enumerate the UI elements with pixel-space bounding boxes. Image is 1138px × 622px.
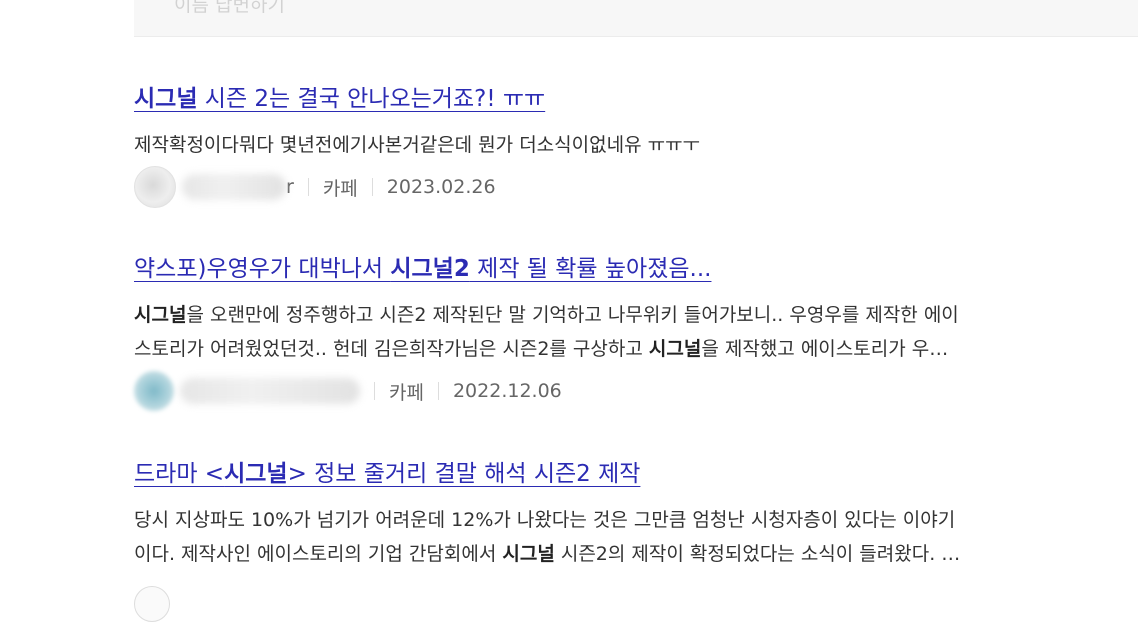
- title-text: 드라마 <: [134, 461, 225, 487]
- result-title-link[interactable]: 약스포)우영우가 대박나서 시그널2 제작 될 확률 높아졌음...: [134, 252, 711, 286]
- snippet-line-2: 이다. 제작사인 에이스토리의 기업 간담회에서 시그널 시즌2의 제작이 확정…: [134, 537, 1114, 571]
- result-meta: 카페 2022.12.06: [134, 371, 1114, 411]
- result-title-link[interactable]: 시그널 시즌 2는 결국 안나오는거죠?! ㅠㅠ: [134, 82, 545, 116]
- meta-separator: [374, 382, 375, 400]
- snippet-text: 스토리가 어려웠었던것.. 헌데 김은희작가님은 시즌2를 구상하고: [134, 338, 649, 360]
- result-meta: r 카페 2023.02.26: [134, 166, 1114, 208]
- result-title-link[interactable]: 드라마 <시그널> 정보 줄거리 결말 해석 시즌2 제작: [134, 457, 640, 491]
- snippet-keyword: 시그널: [648, 338, 702, 360]
- search-result-1: 시그널 시즌 2는 결국 안나오는거죠?! ㅠㅠ 제작확정이다뭐다 몇년전에기사…: [134, 82, 1114, 208]
- title-keyword: 시그널: [224, 461, 288, 487]
- snippet-keyword: 시그널: [502, 543, 555, 565]
- search-result-3: 드라마 <시그널> 정보 줄거리 결말 해석 시즌2 제작 당시 지상파도 10…: [134, 457, 1114, 571]
- snippet-text: 을 제작했고 에이스토리가 우…: [701, 338, 949, 360]
- title-keyword: 시그널: [134, 86, 198, 112]
- source-type: 카페: [389, 381, 424, 404]
- meta-separator: [307, 178, 309, 196]
- snippet-text: 이다. 제작사인 에이스토리의 기업 간담회에서: [134, 543, 503, 565]
- blurred-author-name[interactable]: [182, 174, 286, 200]
- title-text: > 정보 줄거리 결말 해석 시즌2 제작: [287, 461, 641, 487]
- snippet-line-2: 스토리가 어려웠었던것.. 헌데 김은희작가님은 시즌2를 구상하고 시그널을 …: [134, 332, 1114, 366]
- blurred-author-name[interactable]: [180, 378, 360, 404]
- post-date: 2023.02.26: [386, 176, 496, 198]
- result-snippet[interactable]: 당시 지상파도 10%가 넘기가 어려운데 12%가 나왔다는 것은 그만큼 엄…: [134, 503, 1114, 571]
- profile-avatar-icon[interactable]: [134, 371, 174, 411]
- source-type: 카페: [322, 177, 358, 200]
- snippet-text: 을 오랜만에 정주행하고 시즌2 제작된단 말 기억하고 나무위키 들어가보니.…: [186, 304, 959, 326]
- snippet-text: 시즌2의 제작이 확정되었다는 소식이 들려왔다. …: [554, 543, 961, 565]
- profile-avatar-icon[interactable]: [134, 166, 176, 208]
- title-keyword: 시그널2: [390, 256, 470, 282]
- snippet-text: 제작확정이다뭐다 몇년전에기사본거같은데 뭔가 더소식이없네유 ㅠㅠㅜ: [134, 134, 701, 156]
- result-snippet[interactable]: 시그널을 오랜만에 정주행하고 시즌2 제작된단 말 기억하고 나무위키 들어가…: [134, 298, 1114, 366]
- title-text: 약스포)우영우가 대박나서: [134, 256, 391, 282]
- snippet-keyword: 시그널: [134, 304, 187, 326]
- result-snippet[interactable]: 제작확정이다뭐다 몇년전에기사본거같은데 뭔가 더소식이없네유 ㅠㅠㅜ: [134, 128, 1114, 162]
- author-name-tail[interactable]: r: [286, 176, 294, 198]
- meta-separator: [437, 382, 439, 400]
- snippet-text: 당시 지상파도 10%가 넘기가 어려운데 12%가 나왔다는 것은 그만큼 엄…: [134, 509, 956, 531]
- snippet-line-1: 당시 지상파도 10%가 넘기가 어려운데 12%가 나왔다는 것은 그만큼 엄…: [134, 503, 1114, 537]
- profile-avatar-icon[interactable]: [134, 586, 170, 622]
- meta-separator: [371, 178, 373, 196]
- title-text: 시즌 2는 결국 안나오는거죠?! ㅠㅠ: [197, 86, 546, 112]
- previous-result-panel: 이름 답변하기: [134, 0, 1138, 37]
- snippet-line-1: 시그널을 오랜만에 정주행하고 시즌2 제작된단 말 기억하고 나무위키 들어가…: [134, 298, 1114, 332]
- post-date: 2022.12.06: [452, 380, 562, 402]
- search-result-2: 약스포)우영우가 대박나서 시그널2 제작 될 확률 높아졌음... 시그널을 …: [134, 252, 1114, 411]
- previous-result-text: 이름 답변하기: [174, 0, 285, 16]
- title-text: 제작 될 확률 높아졌음...: [469, 256, 712, 282]
